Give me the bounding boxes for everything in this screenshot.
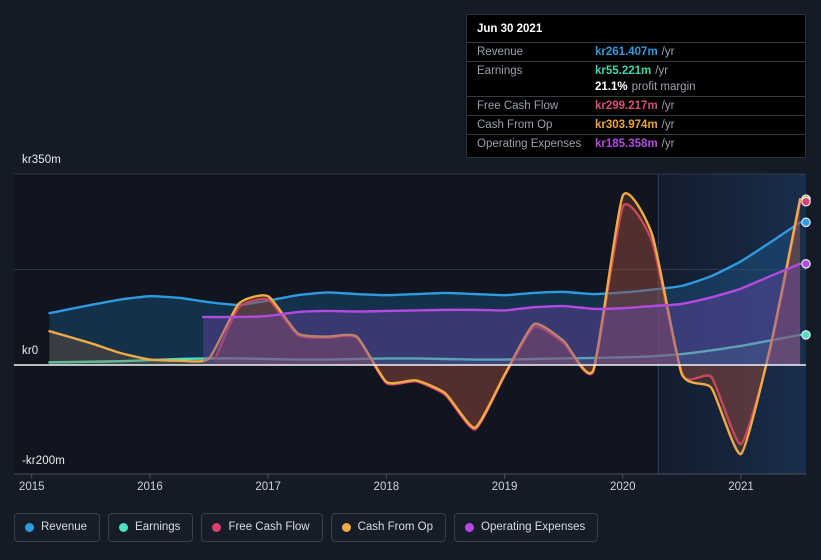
tooltip-row-label: Cash From Op [477,119,553,131]
tooltip-row-value: kr299.217m [595,100,658,112]
legend-item-label: Operating Expenses [481,521,586,533]
legend-item-label: Cash From Op [357,521,434,533]
tooltip-row-label: Earnings [477,65,523,77]
x-axis-tick-2021: 2021 [728,481,754,493]
legend-item-free-cash-flow[interactable]: Free Cash Flow [201,513,323,542]
legend-item-earnings[interactable]: Earnings [108,513,194,542]
x-axis-tick-2018: 2018 [373,481,400,493]
tooltip-rows: Revenue kr261.407m/yr Earnings kr55.221m/yr… [467,42,805,153]
end-marker-dot[interactable] [801,330,811,340]
tooltip-row-value: 21.1% [595,81,628,93]
tooltip-row-unit: /yr [661,119,675,131]
tooltip-row-unit: profit margin [631,81,696,93]
tooltip-row-unit: /yr [655,65,669,77]
tooltip-row-value: kr303.974m [595,119,658,131]
tooltip-row-value: kr55.221m [595,65,652,77]
legend-item-label: Earnings [135,521,181,533]
y-axis-tick-2: -kr200m [22,455,65,467]
tooltip-date: Jun 30 2021 [477,23,543,35]
tooltip-row-unit: /yr [661,100,675,112]
y-axis-tick-1: kr0 [22,345,39,357]
tooltip-row-value: kr185.358m [595,138,658,150]
tooltip-row-operating-expenses: Operating Expenses kr185.358m/yr [467,134,805,153]
end-marker-dot[interactable] [801,259,811,269]
legend-item-label: Revenue [41,521,88,533]
tooltip-row-earnings: Earnings kr55.221m/yr [467,61,805,80]
end-marker-operating-expenses[interactable] [801,259,811,269]
legend-color-dot-icon [341,523,351,532]
tooltip-row-label: Revenue [477,46,524,58]
end-marker-earnings[interactable] [801,330,811,340]
x-axis-tick-2015: 2015 [18,481,45,493]
legend-color-dot-icon [212,523,222,532]
y-axis-tick-0: kr350m [22,154,61,166]
series-tooltip: Jun 30 2021 Revenue kr261.407m/yr Earnings… [466,14,806,158]
tooltip-row-cash-from-op: Cash From Op kr303.974m/yr [467,115,805,134]
tooltip-row-unit: /yr [661,46,675,58]
end-marker-dot[interactable] [801,196,811,207]
legend-item-label: Free Cash Flow [228,521,310,533]
x-axis-tick-2019: 2019 [491,481,518,493]
tooltip-row-label: Free Cash Flow [477,100,559,112]
legend-item-operating-expenses[interactable]: Operating Expenses [454,513,599,542]
legend-item-cash-from-op[interactable]: Cash From Op [330,513,447,542]
financial-chart-app: kr350m kr0 -kr200m 2015 2016 2017 2018 2019 202… [0,0,821,560]
x-axis-tick-2017: 2017 [255,481,281,493]
x-axis-tick-2020: 2020 [609,481,636,493]
end-marker-revenue[interactable] [801,217,811,228]
tooltip-row-revenue: Revenue kr261.407m/yr [467,42,805,61]
tooltip-row-label: Operating Expenses [477,138,582,150]
tooltip-row-free-cash-flow: Free Cash Flow kr299.217m/yr [467,96,805,115]
tooltip-row-value: kr261.407m [595,46,658,58]
tooltip-row-profit-margin: 21.1% profit margin [467,80,805,96]
end-marker-free-cash-flow[interactable] [801,196,811,207]
chart-legend[interactable]: Revenue Earnings Free Cash Flow Cash From O… [14,513,599,542]
end-marker-dot[interactable] [801,217,811,228]
legend-color-dot-icon [465,523,475,532]
legend-color-dot-icon [119,523,129,532]
legend-color-dot-icon [25,523,34,532]
x-axis-tick-2016: 2016 [137,481,163,493]
tooltip-row-unit: /yr [661,138,675,150]
legend-item-revenue[interactable]: Revenue [14,513,101,542]
